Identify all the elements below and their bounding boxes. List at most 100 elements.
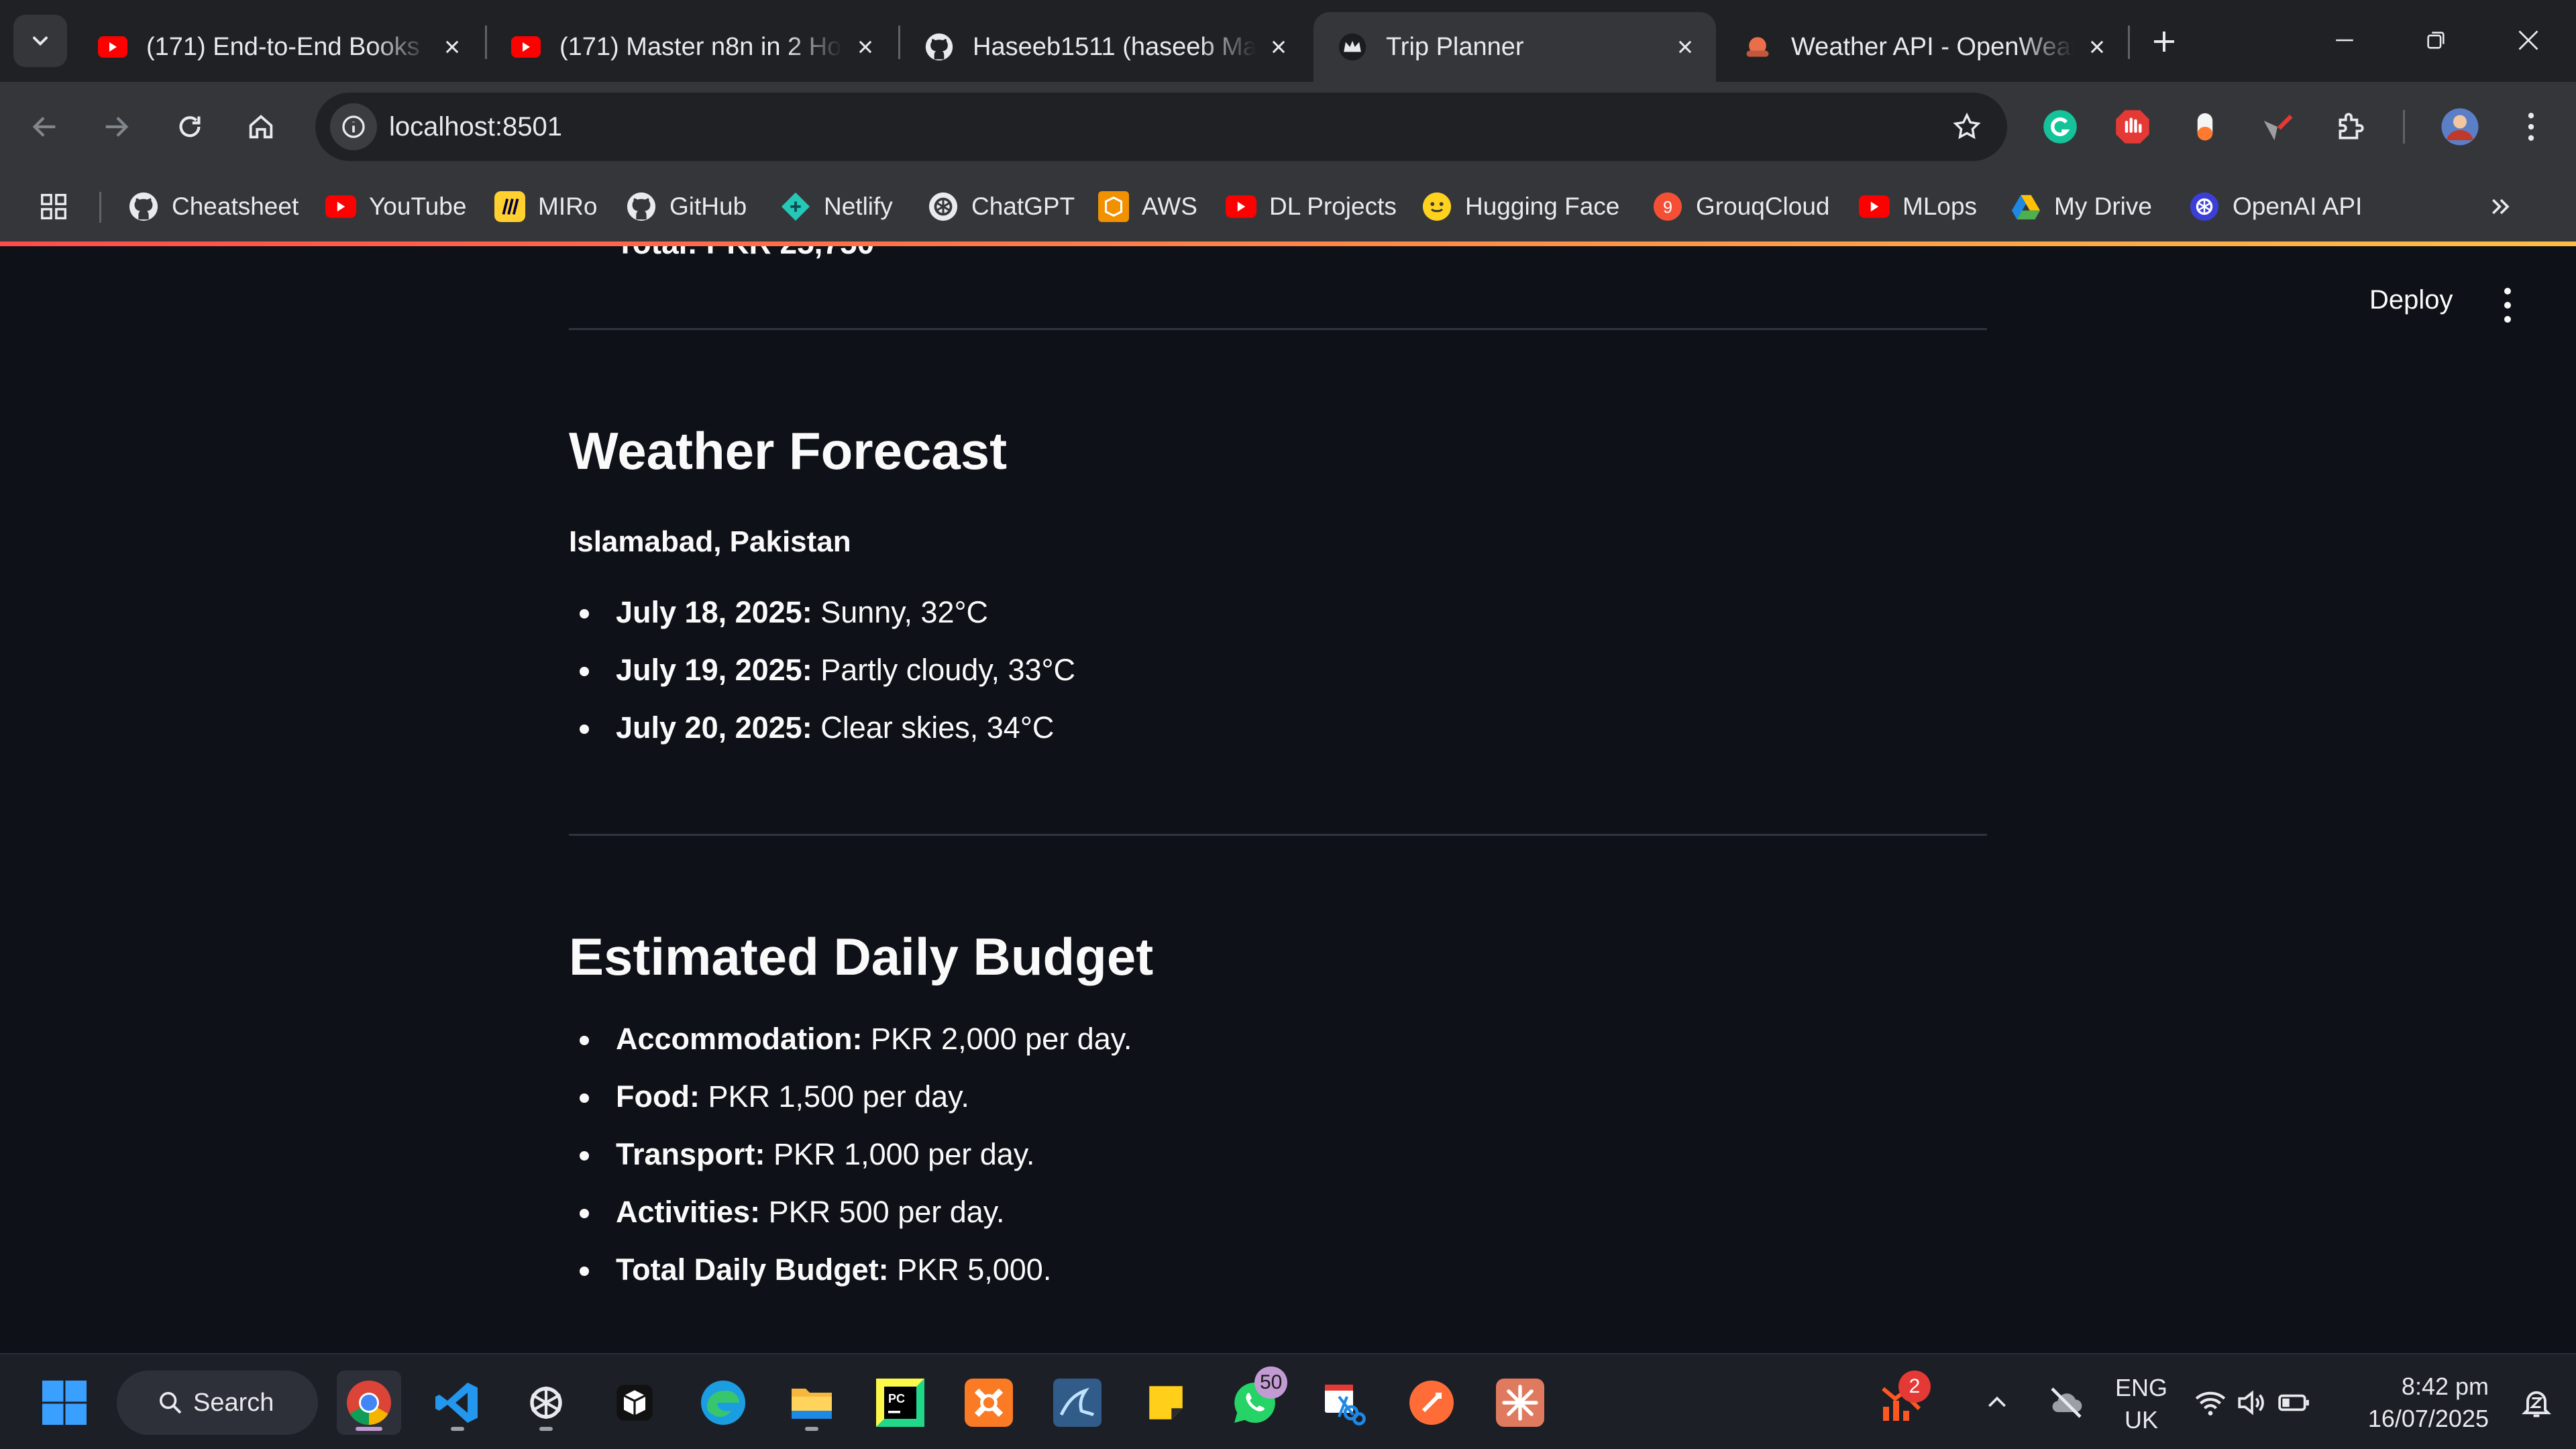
budget-value: PKR 500 per day.: [760, 1195, 1005, 1229]
quick-settings-button[interactable]: [2188, 1371, 2316, 1435]
bookmark-youtube[interactable]: YouTube: [325, 185, 466, 228]
taskbar-snipping-tool[interactable]: [1311, 1371, 1375, 1435]
groq-icon: 9: [1652, 191, 1684, 223]
tab-trip-planner[interactable]: Trip Planner: [1313, 12, 1716, 82]
kebab-dot: [2504, 302, 2511, 309]
bullet: [580, 1209, 589, 1218]
bookmark-my-drive[interactable]: My Drive: [2010, 185, 2152, 228]
taskbar-chatgpt[interactable]: [514, 1371, 578, 1435]
running-indicator: [539, 1427, 553, 1431]
tab-end-to-end-books[interactable]: (171) End-to-End Books R: [74, 12, 483, 82]
weather-desc: Sunny, 32°C: [812, 595, 989, 629]
bullet: [580, 667, 589, 676]
deploy-button[interactable]: Deploy: [2360, 281, 2463, 319]
bookmark-mlops[interactable]: MLops: [1858, 185, 1977, 228]
taskbar-edge[interactable]: [691, 1371, 755, 1435]
forward-button[interactable]: [86, 97, 146, 157]
bookmark-dl-projects[interactable]: DL Projects: [1225, 185, 1397, 228]
url-text[interactable]: localhost:8501: [389, 93, 562, 161]
new-tab-button[interactable]: [2144, 21, 2184, 62]
bookmark-aws[interactable]: AWS: [1097, 185, 1197, 228]
bookmark-chatgpt[interactable]: ChatGPT: [927, 185, 1075, 228]
reload-button[interactable]: [160, 97, 220, 157]
taskbar-xampp[interactable]: [957, 1371, 1021, 1435]
list-item: July 19, 2025: Partly cloudy, 33°C: [569, 641, 1075, 699]
close-icon[interactable]: [2084, 34, 2110, 60]
cut-off-total-text: Total: PKR 25,750: [616, 246, 874, 261]
taskbar-postman[interactable]: [1399, 1371, 1464, 1435]
svg-text:9: 9: [1663, 199, 1672, 217]
taskbar-file-explorer[interactable]: [780, 1371, 844, 1435]
minimize-button[interactable]: [2301, 12, 2388, 68]
taskbar-pycharm[interactable]: PC: [868, 1371, 932, 1435]
system-clock[interactable]: 8:42 pm 16/07/2025: [2368, 1371, 2489, 1435]
bookmark-label: ChatGPT: [971, 193, 1075, 220]
taskbar-vscode[interactable]: [425, 1371, 490, 1435]
chatgpt-icon: [927, 191, 959, 223]
windows-logo-icon: [42, 1381, 87, 1425]
onedrive-button[interactable]: [2034, 1371, 2098, 1435]
tab-search-button[interactable]: [13, 15, 67, 67]
close-icon[interactable]: [1672, 34, 1699, 60]
taskbar-security-app[interactable]: 2: [1869, 1371, 1933, 1435]
bookmarks-bar: Cheatsheet YouTube MIRo GitHub Netlify C…: [0, 172, 2576, 241]
restore-button[interactable]: [2392, 12, 2479, 68]
extensions-button[interactable]: [2325, 102, 2375, 152]
tab-github-haseeb[interactable]: Haseeb1511 (haseeb Ma: [900, 12, 1309, 82]
profile-button[interactable]: [2435, 102, 2485, 152]
pen-extension[interactable]: [2253, 102, 2302, 152]
taskbar-whatsapp[interactable]: 50: [1222, 1366, 1288, 1435]
bookmark-star-button[interactable]: [1947, 107, 1987, 147]
chrome-menu-button[interactable]: [2506, 102, 2556, 152]
reload-icon: [179, 116, 201, 138]
capsule-icon: [2197, 113, 2213, 141]
tab-weather-api[interactable]: Weather API - OpenWeat: [1719, 12, 2128, 82]
back-button[interactable]: [15, 97, 75, 157]
bullet: [580, 724, 589, 734]
taskbar-chrome[interactable]: [337, 1371, 401, 1435]
start-button[interactable]: [32, 1371, 97, 1435]
budget-value: PKR 5,000.: [888, 1252, 1052, 1287]
close-window-button[interactable]: [2485, 12, 2572, 68]
home-button[interactable]: [231, 97, 291, 157]
aws-icon: [1097, 191, 1130, 223]
site-info-button[interactable]: [330, 103, 377, 150]
avatar: [2441, 108, 2479, 146]
double-chevron-right-icon: [2492, 199, 2510, 215]
close-icon[interactable]: [1265, 34, 1292, 60]
bookmarks-overflow-button[interactable]: [2482, 188, 2520, 225]
taskbar-claude[interactable]: [1488, 1371, 1552, 1435]
capsule-extension[interactable]: [2180, 102, 2230, 152]
github-icon: [625, 191, 657, 223]
taskbar-box-app[interactable]: [602, 1371, 667, 1435]
app-menu-button[interactable]: [2494, 285, 2521, 325]
address-bar[interactable]: localhost:8501: [315, 93, 2007, 161]
taskbar-mysql[interactable]: [1045, 1371, 1110, 1435]
taskbar-search[interactable]: Search: [117, 1371, 318, 1435]
hugging-face-icon: [1421, 191, 1453, 223]
bookmark-netlify[interactable]: Netlify: [780, 185, 893, 228]
bookmark-openai-api[interactable]: OpenAI API: [2188, 185, 2362, 228]
battery-icon: [2278, 1394, 2309, 1411]
show-hidden-icons-button[interactable]: [1968, 1371, 2026, 1435]
tab-master-n8n[interactable]: (171) Master n8n in 2 Ho: [487, 12, 896, 82]
bookmark-grouqcloud[interactable]: 9 GrouqCloud: [1652, 185, 1830, 228]
apps-grid-icon: [41, 194, 66, 219]
arrow-right-icon: [105, 117, 129, 137]
close-icon[interactable]: [852, 34, 879, 60]
budget-label: Transport:: [616, 1137, 765, 1171]
language-indicator[interactable]: ENG UK: [2109, 1372, 2174, 1436]
arrow-left-icon: [32, 117, 56, 137]
close-icon[interactable]: [439, 34, 466, 60]
notifications-button[interactable]: [2506, 1371, 2567, 1435]
bookmark-cheatsheet[interactable]: Cheatsheet: [127, 185, 299, 228]
grammarly-extension[interactable]: [2035, 102, 2085, 152]
bookmark-label: My Drive: [2054, 193, 2152, 220]
apps-button[interactable]: [35, 188, 72, 225]
stop-extension[interactable]: [2108, 102, 2157, 152]
budget-heading: Estimated Daily Budget: [569, 927, 1154, 986]
bookmark-github[interactable]: GitHub: [625, 185, 747, 228]
bookmark-hugging-face[interactable]: Hugging Face: [1421, 185, 1619, 228]
taskbar-sticky-notes[interactable]: [1134, 1371, 1198, 1435]
bookmark-miro[interactable]: MIRo: [494, 185, 597, 228]
